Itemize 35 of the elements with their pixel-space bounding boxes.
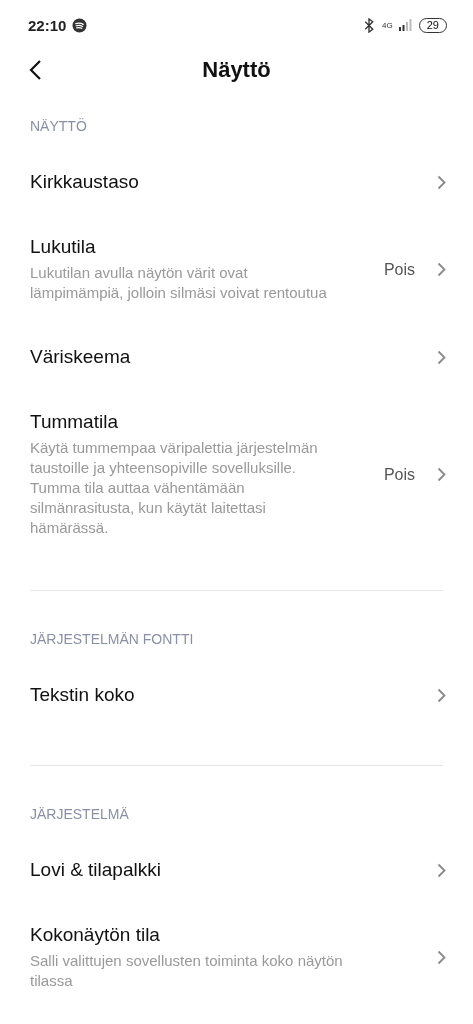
settings-item[interactable]: Lukutila Lukutilan avulla näytön värit ovat lämpimämpiä, jolloin silmäsi voivat rentoutua Pois	[0, 218, 473, 321]
item-title: Kokonäytön tila	[30, 924, 161, 946]
network-label: 4G	[382, 20, 393, 30]
item-title: Tekstin koko	[30, 684, 136, 706]
section-header: JÄRJESTELMÄ	[29, 805, 130, 824]
item-title: Kirkkaustaso	[30, 171, 140, 193]
settings-item[interactable]: Lovi & tilapalkki	[0, 834, 473, 906]
chevron-icon	[437, 174, 446, 190]
item-title: Lovi & tilapalkki	[30, 859, 162, 881]
item-title: Väriskeema	[30, 346, 132, 368]
settings-item[interactable]: Väriskeema	[0, 321, 473, 393]
item-value: Pois	[383, 465, 415, 484]
settings-item[interactable]: Tummatila Käytä tummempaa väripalettia järjestelmän taustoille ja yhteensopiville sovelluksille. Tumma tila auttaa vähentämään silmänrasitusta, kun käytät laitettasi hämärässä. Pois	[0, 393, 473, 556]
item-description: Salli valittujen sovellusten toiminta koko näytön tilassa	[30, 951, 344, 991]
settings-item[interactable]: Kokonäytön tila Salli valittujen sovellusten toiminta koko näytön tilassa	[0, 906, 473, 1009]
item-description: Käytä tummempaa väripalettia järjestelmän taustoille ja yhteensopiville sovelluksille. Tumma tila auttaa vähentämään silmänrasitusta, kun käytät laitettasi hämärässä.	[30, 438, 319, 538]
item-value: Pois	[383, 260, 415, 279]
section-header: NÄYTTÖ	[29, 117, 88, 136]
settings-item[interactable]: Kirkkaustaso	[0, 146, 473, 218]
back-button[interactable]	[28, 58, 44, 82]
chevron-icon	[437, 262, 446, 277]
page-title: Näyttö	[202, 57, 271, 83]
chevron-icon	[437, 687, 446, 703]
status-time: 22:10	[28, 16, 67, 34]
music-app-icon	[72, 17, 88, 33]
section-header: JÄRJESTELMÄN FONTTI	[29, 630, 195, 649]
chevron-icon	[437, 862, 446, 878]
item-description: Lukutilan avulla näytön värit ovat lämpimämpiä, jolloin silmäsi voivat rentoutua	[30, 263, 328, 303]
signal-icon	[398, 19, 413, 31]
chevron-icon	[437, 349, 446, 365]
settings-item[interactable]: Tekstin koko	[0, 659, 473, 731]
item-title: Tummatila	[30, 411, 119, 433]
chevron-icon	[437, 950, 446, 965]
chevron-icon	[437, 467, 446, 482]
item-title: Lukutila	[30, 236, 97, 258]
